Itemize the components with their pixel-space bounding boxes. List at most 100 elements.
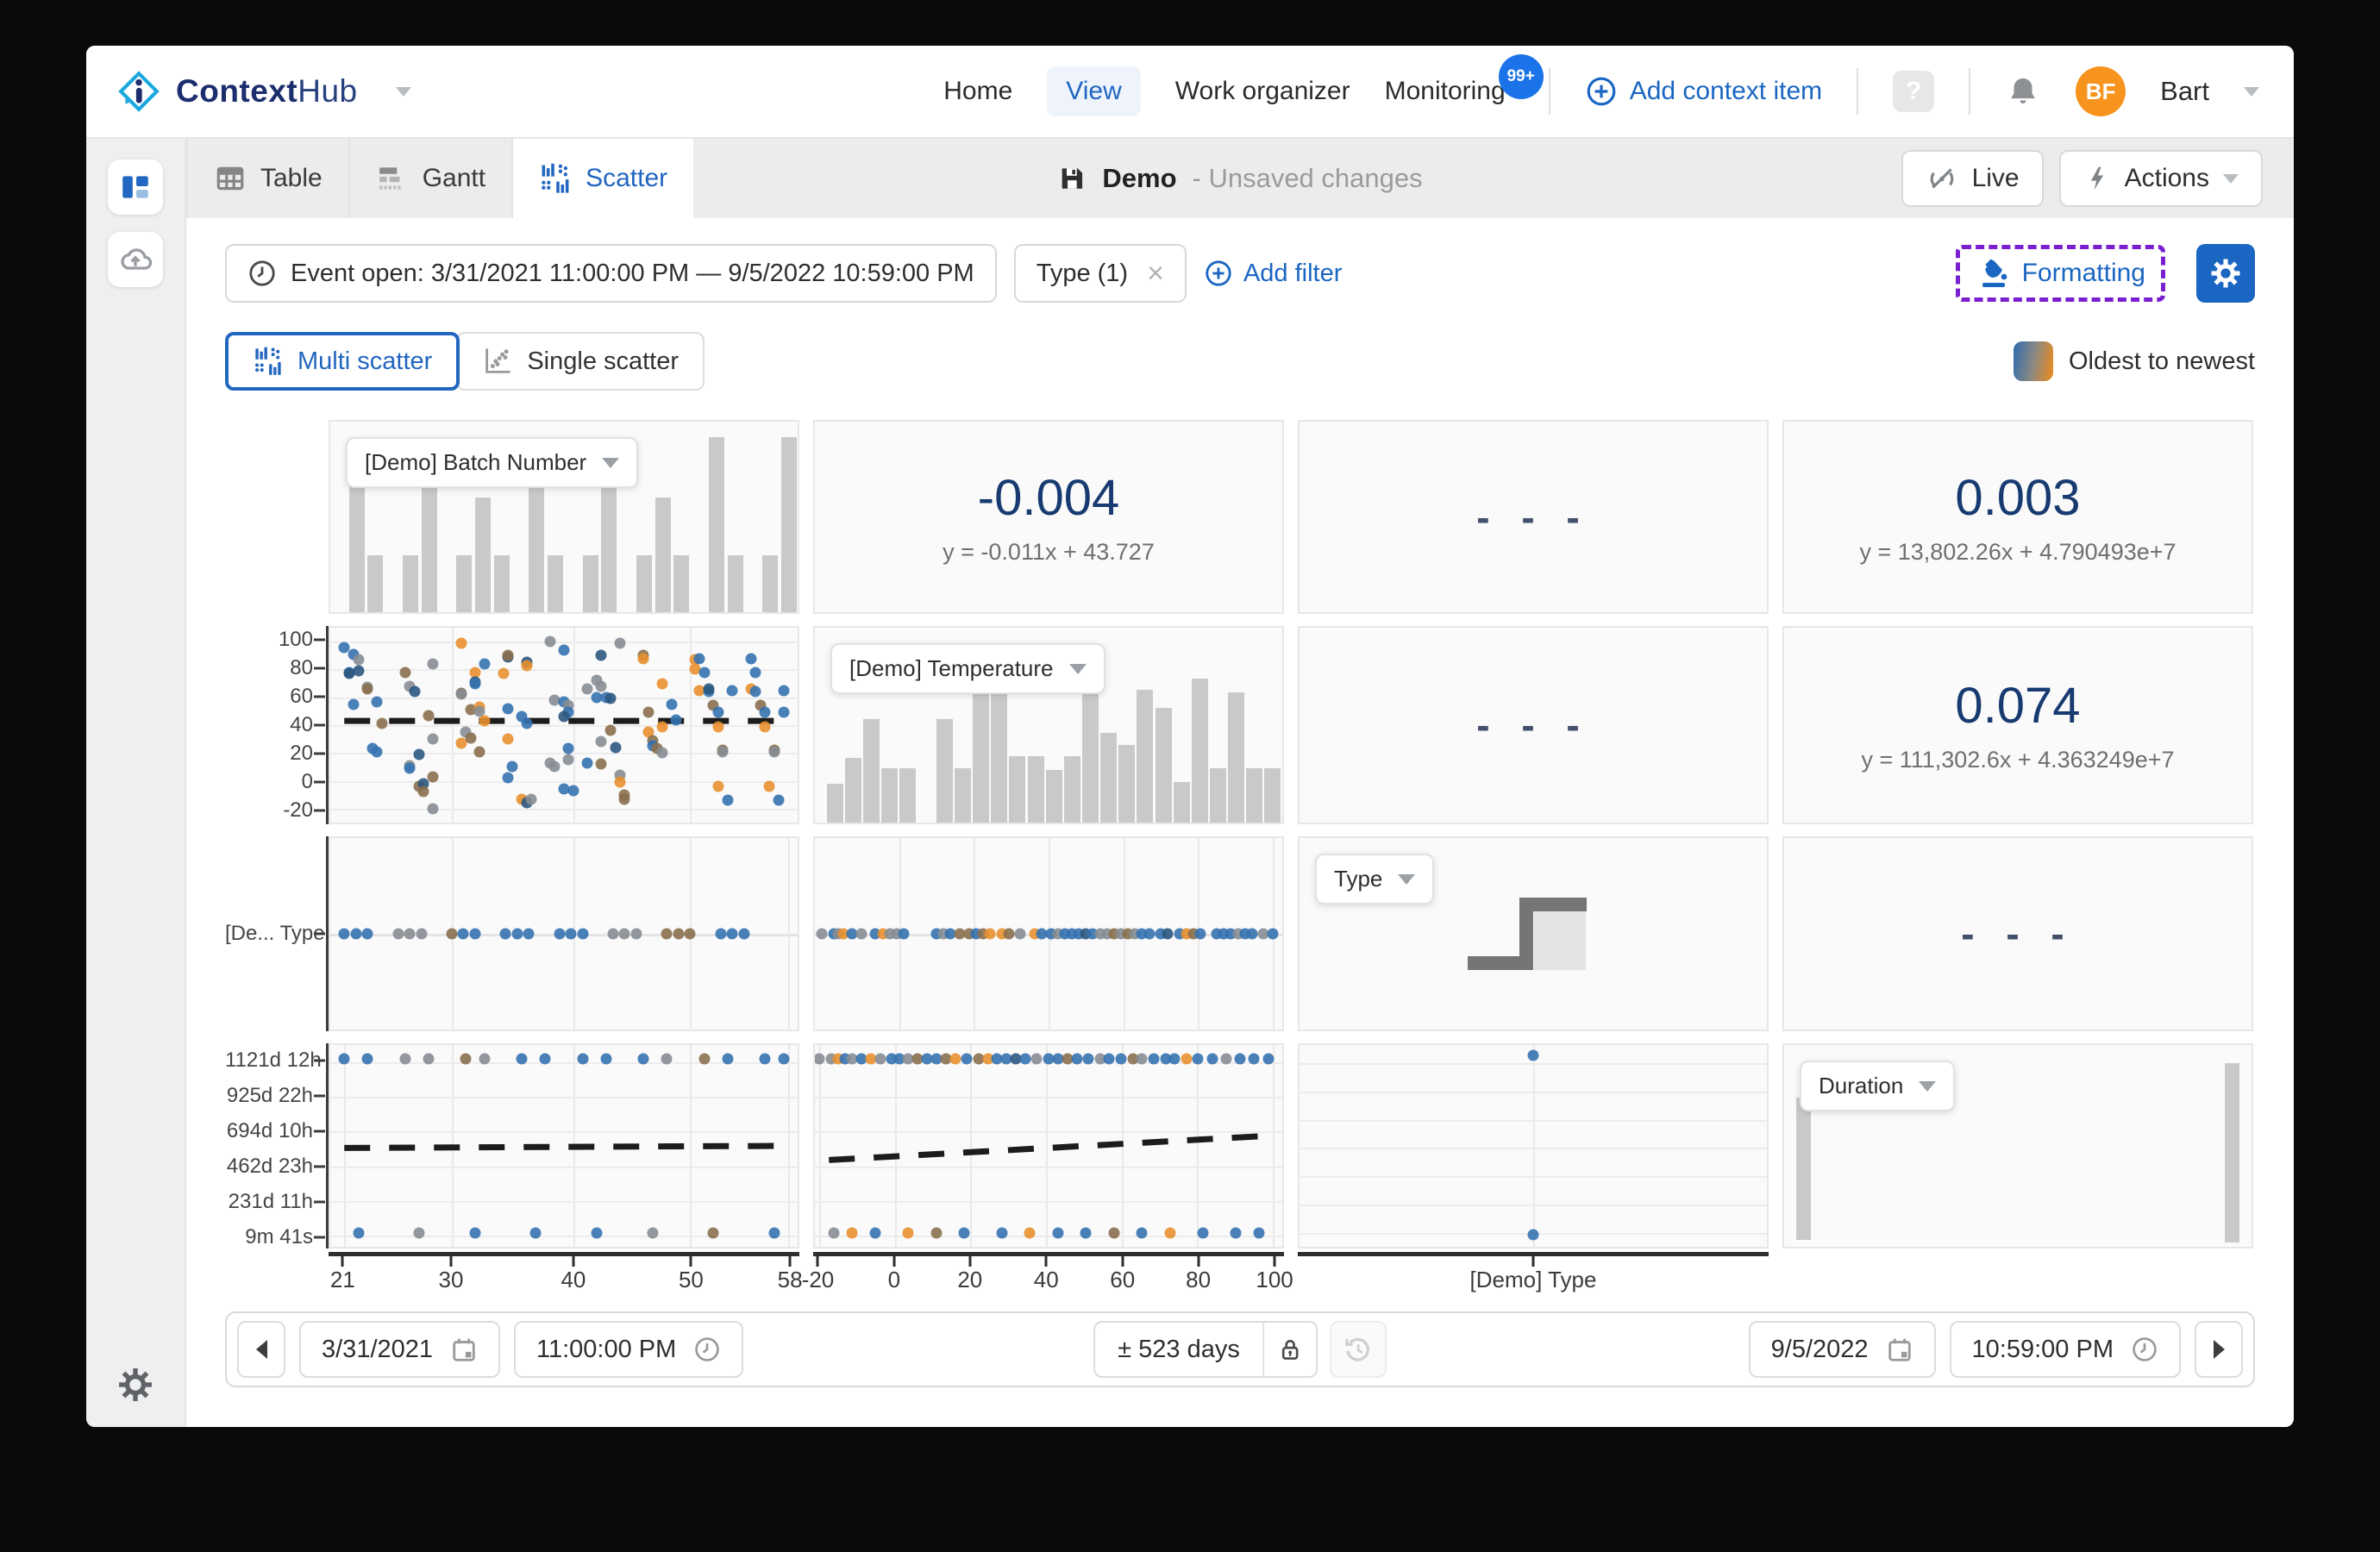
chart-cell-correlation-3[interactable]: 0.074 y = 111,302.6x + 4.363249e+7 [1782, 626, 2253, 824]
gridline [815, 1096, 1282, 1098]
scatter-dot [392, 928, 404, 940]
hist-bar [1100, 733, 1118, 823]
hist-bar [529, 471, 545, 612]
live-off-icon [1926, 162, 1958, 195]
gridline [815, 1166, 1282, 1168]
scatter-dot [361, 683, 373, 695]
user-avatar[interactable]: BF [2076, 66, 2126, 116]
sidebar-settings-gear-icon[interactable] [116, 1365, 155, 1405]
scatter-dot [1246, 928, 1258, 940]
stat-equation: y = 111,302.6x + 4.363249e+7 [1861, 747, 2175, 773]
scatter-dot [763, 780, 775, 792]
scatter-dot [353, 1227, 365, 1239]
reset-range-button[interactable] [1329, 1321, 1387, 1378]
remove-type-filter-icon[interactable]: × [1147, 257, 1164, 291]
step-line-high [1519, 898, 1587, 911]
scatter-dot [661, 928, 673, 940]
scatter-dot [499, 928, 511, 940]
start-date-input[interactable]: 3/31/2021 [299, 1321, 501, 1378]
type-filter-pill[interactable]: Type (1) × [1013, 244, 1187, 303]
axis-selector-dropdown[interactable]: [Demo] Temperature [830, 643, 1105, 694]
scatter-dot [698, 1053, 711, 1065]
multi-scatter-toggle[interactable]: Multi scatter [225, 332, 460, 391]
tab-scatter[interactable]: Scatter [513, 139, 694, 218]
brand-caret-icon[interactable] [395, 86, 411, 97]
contexthub-diamond-icon [117, 70, 160, 113]
chart-cell-no-data-1[interactable]: - - - [1298, 420, 1769, 614]
chart-cell-duration-batch[interactable] [329, 1043, 799, 1248]
notifications-bell-icon[interactable] [2005, 73, 2041, 110]
gridline [330, 1236, 798, 1238]
actions-caret-icon [2223, 173, 2239, 184]
add-context-item-button[interactable]: Add context item [1585, 75, 1822, 108]
shift-range-forward-button[interactable] [2195, 1321, 2243, 1378]
nav-monitoring[interactable]: Monitoring 99+ [1385, 54, 1544, 106]
chart-cell-temperature-hist[interactable]: [Demo] Temperature [813, 626, 1284, 824]
scatter-dot [581, 757, 593, 769]
chart-cell-no-data-2[interactable]: - - - [1298, 626, 1769, 824]
chart-cell-correlation-2[interactable]: 0.003 y = 13,802.26x + 4.790493e+7 [1782, 420, 2253, 614]
scatter-dot [562, 754, 574, 766]
chart-cell-correlation-1[interactable]: -0.004 y = -0.011x + 43.727 [813, 420, 1284, 614]
no-data-dashes: - - - [1476, 703, 1590, 748]
x-axis-tick [572, 1256, 575, 1267]
scatter-dot [828, 1227, 840, 1239]
end-time-input[interactable]: 10:59:00 PM [1949, 1321, 2181, 1378]
chart-cell-duration-temp[interactable] [813, 1043, 1284, 1248]
nav-view[interactable]: View [1047, 66, 1141, 116]
nav-work-organizer[interactable]: Work organizer [1175, 77, 1350, 106]
axis-selector-dropdown[interactable]: Type [1315, 854, 1435, 904]
actions-button[interactable]: Actions [2058, 150, 2263, 207]
lock-range-button[interactable] [1262, 1323, 1316, 1376]
axis-selector-dropdown[interactable]: [Demo] Batch Number [346, 437, 639, 488]
axis-selector-dropdown[interactable]: Duration [1800, 1061, 1956, 1111]
live-button[interactable]: Live [1901, 150, 2044, 207]
chevron-down-icon [1919, 1080, 1937, 1092]
scatter-dot [1082, 1053, 1094, 1065]
event-range-filter-pill[interactable]: Event open: 3/31/2021 11:00:00 PM — 9/5/… [225, 244, 997, 303]
single-scatter-toggle[interactable]: Single scatter [456, 332, 705, 391]
chart-cell-duration-type[interactable] [1298, 1043, 1769, 1248]
range-duration-control[interactable]: ± 523 days [1093, 1321, 1318, 1378]
chart-settings-button[interactable] [2196, 244, 2255, 303]
formatting-button[interactable]: Formatting [1955, 245, 2165, 302]
divider [1969, 68, 1971, 115]
start-time-input[interactable]: 11:00:00 PM [514, 1321, 744, 1378]
hist-bar [1137, 690, 1154, 823]
user-menu-caret-icon[interactable] [2244, 86, 2259, 97]
tab-table[interactable]: Table [186, 139, 350, 218]
scatter-dot [768, 1227, 780, 1239]
stat-equation: y = -0.011x + 43.727 [943, 538, 1155, 565]
tab-gantt[interactable]: Gantt [350, 139, 514, 218]
legend-label: Oldest to newest [2069, 347, 2255, 375]
end-date-input[interactable]: 9/5/2022 [1748, 1321, 1936, 1378]
y-axis-label-type: [De... Type [225, 922, 325, 945]
shift-range-back-button[interactable] [237, 1321, 285, 1378]
chart-cell-type-strip-2[interactable] [813, 836, 1284, 1031]
help-icon[interactable]: ? [1893, 71, 1935, 112]
x-axis-line [329, 1252, 799, 1256]
scatter-dot [457, 928, 469, 940]
scatter-dot [558, 644, 570, 656]
scatter-dot [516, 1053, 528, 1065]
chart-cell-type-step[interactable]: Type [1298, 836, 1769, 1031]
chart-cell-scatter-temp-batch[interactable] [329, 626, 799, 824]
chart-cell-duration-hist[interactable]: Duration [1782, 1043, 2253, 1248]
add-filter-button[interactable]: Add filter [1204, 259, 1342, 288]
scatter-dot [404, 762, 416, 774]
save-icon[interactable] [1057, 164, 1087, 193]
y-axis-tick [314, 666, 325, 670]
plus-circle-icon [1587, 77, 1616, 106]
chart-cell-type-strip-1[interactable] [329, 836, 799, 1031]
gridline [330, 725, 798, 727]
scatter-dot [595, 758, 607, 770]
brand-logo[interactable]: ContextHub [117, 70, 411, 113]
hist-bar [582, 554, 598, 612]
chart-cell-no-data-3[interactable]: - - - [1782, 836, 2253, 1031]
sidebar-item-upload[interactable] [108, 232, 163, 287]
gradient-legend-icon[interactable] [2014, 341, 2053, 381]
nav-home[interactable]: Home [943, 77, 1012, 106]
chart-cell-batch-number-hist[interactable]: [Demo] Batch Number [329, 420, 799, 614]
sidebar-item-views[interactable] [108, 160, 163, 215]
scatter-dot [749, 666, 761, 679]
